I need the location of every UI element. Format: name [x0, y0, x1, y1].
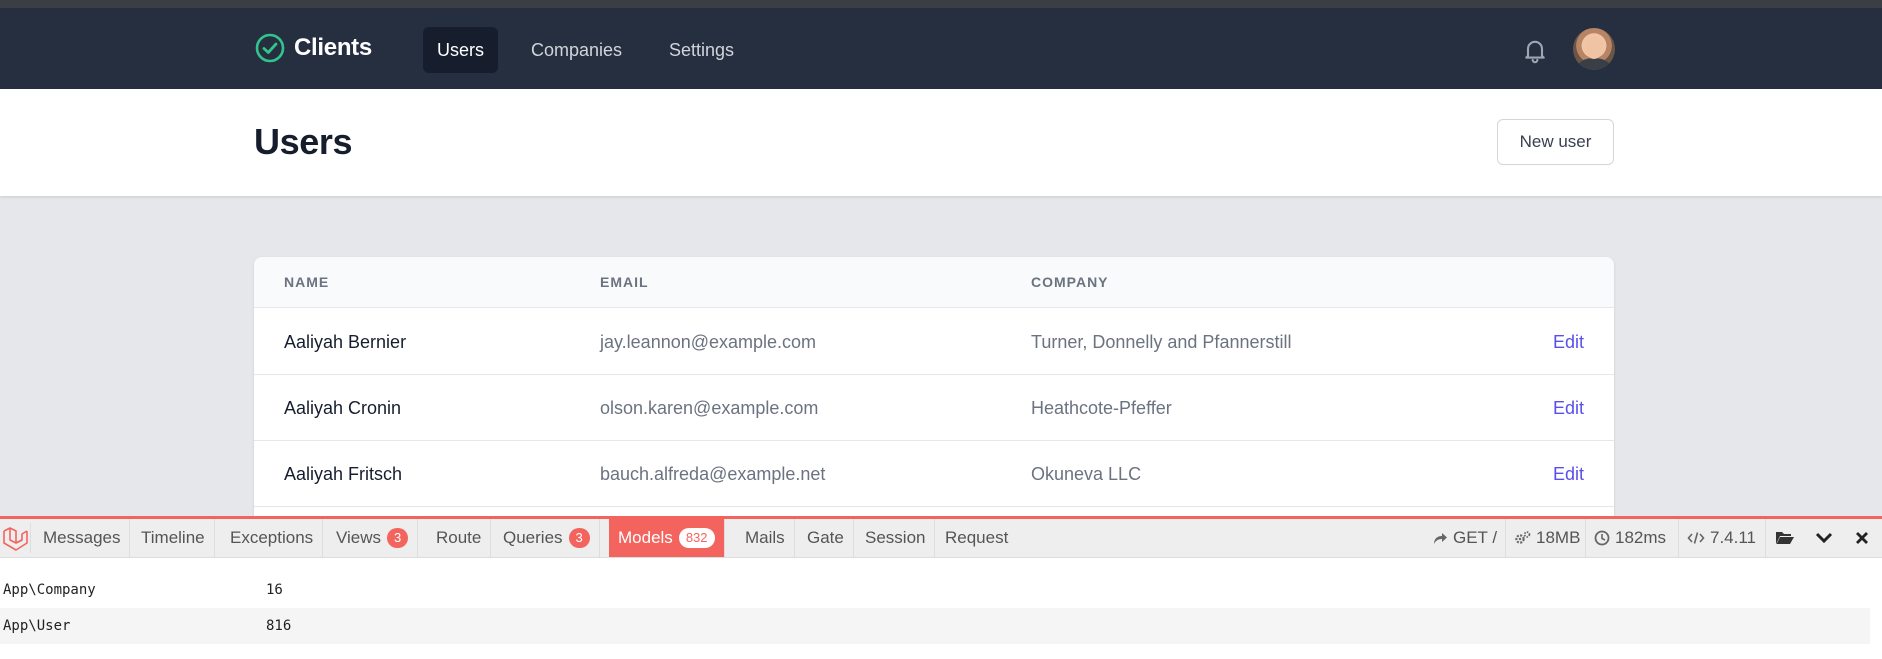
- queries-count-badge: 3: [568, 528, 590, 548]
- brand-name: Clients: [294, 34, 372, 61]
- debug-tab-label: Mails: [745, 528, 785, 547]
- table-row: Aaliyah Cronin olson.karen@example.com H…: [254, 374, 1614, 441]
- debug-tab-session[interactable]: Session: [856, 519, 936, 557]
- code-icon: [1687, 532, 1705, 544]
- user-avatar[interactable]: [1573, 28, 1615, 70]
- model-row: App\User 816: [0, 608, 1870, 644]
- laravel-logo-icon[interactable]: [0, 523, 31, 553]
- debug-tab-label: Route: [436, 528, 482, 547]
- user-email: bauch.alfreda@example.net: [600, 464, 826, 484]
- debug-tab-models[interactable]: Models 832: [609, 519, 725, 557]
- top-navbar: Clients Users Companies Settings: [0, 8, 1882, 89]
- bell-icon[interactable]: [1521, 36, 1549, 64]
- debug-tab-exceptions[interactable]: Exceptions: [221, 519, 324, 557]
- models-count-badge: 832: [678, 528, 715, 548]
- user-name: Aaliyah Bernier: [284, 332, 407, 352]
- nav-companies[interactable]: Companies: [517, 27, 636, 73]
- request-method-indicator[interactable]: GET /: [1424, 519, 1505, 557]
- debug-tab-label: Gate: [807, 528, 844, 547]
- table-row: Aaliyah Fritsch bauch.alfreda@example.ne…: [254, 440, 1614, 507]
- model-row: App\Company 16: [0, 572, 1870, 608]
- minimize-button[interactable]: [1805, 519, 1843, 557]
- debug-tab-views[interactable]: Views 3: [327, 519, 419, 557]
- debug-tab-timeline[interactable]: Timeline: [132, 519, 215, 557]
- model-name: App\Company: [3, 582, 96, 598]
- close-icon: [1856, 532, 1868, 544]
- user-company: Turner, Donnelly and Pfannerstill: [1031, 332, 1292, 352]
- open-folder-button[interactable]: [1765, 519, 1804, 557]
- user-company: Okuneva LLC: [1031, 464, 1142, 484]
- debug-tab-label: Queries: [503, 528, 563, 547]
- user-name: Aaliyah Fritsch: [284, 464, 403, 484]
- page-header: Users New user: [0, 89, 1882, 196]
- debug-tab-queries[interactable]: Queries 3: [494, 519, 600, 557]
- table-header: NAME EMAIL COMPANY: [254, 257, 1614, 308]
- request-time-indicator[interactable]: 182ms: [1585, 519, 1674, 557]
- user-email: olson.karen@example.com: [600, 398, 819, 418]
- page-title: Users: [254, 121, 353, 162]
- table-row: Aaliyah Bernier jay.leannon@example.com …: [254, 308, 1614, 375]
- memory-usage: 18MB: [1536, 528, 1581, 547]
- debug-bar-header: Messages Timeline Exceptions Views 3 Rout…: [0, 519, 1882, 558]
- model-count: 16: [266, 582, 283, 598]
- debug-tab-route[interactable]: Route: [427, 519, 492, 557]
- debug-tab-label: Timeline: [141, 528, 205, 547]
- chevron-down-icon: [1815, 532, 1833, 544]
- request-time: 182ms: [1615, 528, 1667, 547]
- debug-tab-mails[interactable]: Mails: [736, 519, 795, 557]
- check-circle-icon: [255, 33, 285, 63]
- php-version: 7.4.11: [1710, 528, 1757, 547]
- user-name: Aaliyah Cronin: [284, 398, 402, 418]
- model-name: App\User: [3, 618, 71, 634]
- nav-users[interactable]: Users: [423, 27, 499, 73]
- share-icon: [1434, 533, 1447, 544]
- request-route: /: [1492, 528, 1498, 547]
- user-email: jay.leannon@example.com: [600, 332, 817, 352]
- debug-tab-label: Views: [336, 528, 382, 547]
- avatar-shoulders: [1577, 58, 1611, 70]
- clock-icon: [1594, 530, 1610, 546]
- debug-tab-label: Exceptions: [230, 528, 314, 547]
- brand-logo[interactable]: Clients: [254, 32, 372, 64]
- debug-tab-request[interactable]: Request: [936, 519, 1017, 557]
- cogs-icon: [1515, 531, 1531, 544]
- debug-tab-gate[interactable]: Gate: [798, 519, 854, 557]
- debug-tab-label: Request: [945, 528, 1009, 547]
- debug-tab-label: Messages: [43, 528, 121, 547]
- edit-link[interactable]: Edit: [1553, 398, 1584, 419]
- edit-link[interactable]: Edit: [1553, 332, 1584, 353]
- column-header-name: NAME: [284, 274, 330, 290]
- user-company: Heathcote-Pfeffer: [1031, 398, 1172, 418]
- debug-tab-messages[interactable]: Messages: [34, 519, 131, 557]
- new-user-button[interactable]: New user: [1497, 119, 1614, 165]
- nav-settings[interactable]: Settings: [655, 27, 748, 73]
- debug-tab-label: Models: [618, 528, 673, 547]
- debug-bar: Messages Timeline Exceptions Views 3 Rout…: [0, 516, 1882, 659]
- avatar-face: [1585, 37, 1603, 59]
- memory-usage-indicator[interactable]: 18MB: [1505, 519, 1588, 557]
- model-count: 816: [266, 618, 292, 634]
- request-method: GET: [1453, 528, 1488, 547]
- window-top-strip: [0, 0, 1882, 8]
- views-count-badge: 3: [387, 528, 409, 548]
- php-version-indicator[interactable]: 7.4.11: [1678, 519, 1764, 557]
- column-header-email: EMAIL: [600, 274, 649, 290]
- edit-link[interactable]: Edit: [1553, 464, 1584, 485]
- users-table: NAME EMAIL COMPANY Aaliyah Bernier jay.l…: [254, 257, 1614, 557]
- debug-tab-label: Session: [865, 528, 926, 547]
- column-header-company: COMPANY: [1031, 274, 1109, 290]
- close-button[interactable]: [1843, 519, 1881, 557]
- folder-open-icon: [1776, 532, 1794, 544]
